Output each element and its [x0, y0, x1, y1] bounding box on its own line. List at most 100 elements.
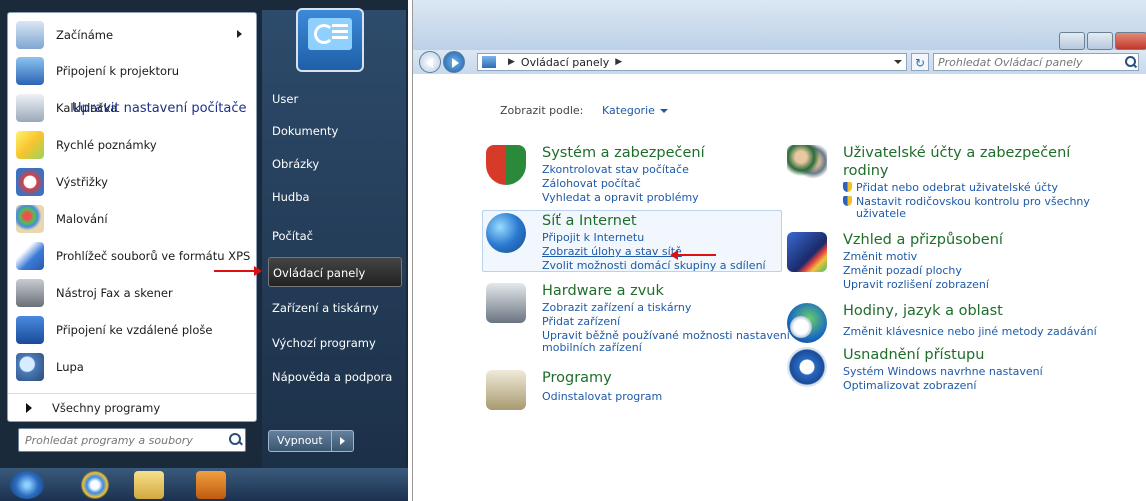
control-panel-icon	[482, 56, 496, 68]
refresh-button[interactable]: ↻	[911, 53, 929, 71]
programs-box-icon	[486, 370, 526, 410]
shutdown-button[interactable]: Vypnout	[268, 430, 332, 452]
category-title[interactable]: Usnadnění přístupu	[843, 347, 984, 363]
category-programs: Programy Odinstalovat program	[486, 370, 776, 410]
start-link-default-programs[interactable]: Výchozí programy	[268, 328, 402, 358]
address-dropdown-icon[interactable]	[894, 60, 902, 64]
category-link[interactable]: Připojit k Internetu	[542, 231, 644, 244]
category-title[interactable]: Vzhled a přizpůsobení	[843, 232, 1003, 248]
category-appearance: Vzhled a přizpůsobení Změnit motiv Změni…	[787, 232, 1087, 292]
forward-button[interactable]	[443, 51, 465, 73]
category-link-continuation[interactable]: mobilních zařízení	[542, 341, 642, 354]
category-user-accounts: Uživatelské účty a zabezpečení rodiny Př…	[787, 145, 1090, 225]
category-link[interactable]: Vyhledat a opravit problémy	[542, 191, 699, 204]
close-button[interactable]	[1115, 32, 1146, 50]
category-link[interactable]: Odinstalovat program	[542, 390, 662, 403]
explorer-folder-icon[interactable]	[134, 471, 164, 499]
breadcrumb-separator-icon: ▶	[508, 57, 515, 67]
clock-globe-icon	[787, 303, 827, 343]
start-search-input[interactable]	[19, 430, 225, 450]
page-title: Upravit nastavení počítače	[72, 101, 247, 116]
back-button[interactable]	[419, 51, 441, 73]
user-picture[interactable]	[296, 8, 364, 72]
start-search-box[interactable]	[18, 428, 246, 452]
maximize-button[interactable]	[1087, 32, 1113, 50]
category-link[interactable]: Zvolit možnosti domácí skupiny a sdílení	[542, 259, 766, 272]
xps-viewer-icon	[16, 242, 44, 270]
category-title[interactable]: Hardware a zvuk	[542, 283, 664, 299]
all-programs-arrow-icon	[26, 402, 32, 413]
program-xps-viewer[interactable]: Prohlížeč souborů ve formátu XPS	[8, 238, 256, 274]
program-magnifier[interactable]: Lupa	[8, 349, 256, 385]
start-orb-icon[interactable]	[10, 471, 44, 499]
getting-started-icon	[16, 21, 44, 49]
start-link-documents[interactable]: Dokumenty	[268, 116, 402, 146]
program-paint[interactable]: Malování	[8, 201, 256, 237]
breadcrumb-separator-icon[interactable]: ▶	[615, 57, 622, 67]
start-link-user[interactable]: User	[268, 84, 402, 114]
category-network-internet: Síť a Internet Připojit k Internetu Zobr…	[486, 213, 776, 275]
category-link-continuation[interactable]: uživatele	[856, 207, 906, 220]
start-link-music[interactable]: Hudba	[268, 182, 402, 212]
control-panel-search-box[interactable]	[933, 53, 1139, 71]
category-link[interactable]: Přidat nebo odebrat uživatelské účty	[843, 181, 1058, 194]
start-link-computer[interactable]: Počítač	[268, 221, 402, 251]
search-icon[interactable]	[1122, 54, 1138, 70]
category-link-network-status[interactable]: Zobrazit úlohy a stav sítě	[542, 245, 682, 258]
user-accounts-icon	[787, 145, 827, 185]
all-programs-button[interactable]: Všechny programy	[8, 393, 256, 421]
view-by-label: Zobrazit podle:	[500, 104, 584, 117]
category-title[interactable]: Hodiny, jazyk a oblast	[843, 303, 1003, 319]
ease-of-access-icon	[787, 347, 827, 387]
start-link-help-support[interactable]: Nápověda a podpora	[268, 362, 402, 392]
submenu-arrow-icon	[237, 30, 242, 38]
system-security-shield-icon	[486, 145, 526, 185]
paint-icon	[16, 205, 44, 233]
category-link[interactable]: Změnit klávesnice nebo jiné metody zadáv…	[843, 325, 1097, 338]
calculator-icon	[16, 94, 44, 122]
category-link[interactable]: Zkontrolovat stav počítače	[542, 163, 689, 176]
control-panel-search-input[interactable]	[934, 55, 1122, 69]
control-panel-large-icon	[308, 18, 352, 50]
sticky-notes-icon	[16, 131, 44, 159]
category-link[interactable]: Upravit rozlišení zobrazení	[843, 278, 989, 291]
category-link[interactable]: Změnit motiv	[843, 250, 917, 263]
category-link[interactable]: Optimalizovat zobrazení	[843, 379, 976, 392]
category-title[interactable]: Systém a zabezpečení	[542, 145, 705, 161]
minimize-button[interactable]	[1059, 32, 1085, 50]
category-link[interactable]: Změnit pozadí plochy	[843, 264, 962, 277]
category-clock-language-region: Hodiny, jazyk a oblast Změnit klávesnice…	[787, 303, 1097, 343]
program-fax-scanner[interactable]: Nástroj Fax a skener	[8, 275, 256, 311]
network-globe-icon	[486, 213, 526, 253]
internet-explorer-icon[interactable]	[80, 471, 110, 499]
breadcrumb-control-panel[interactable]: Ovládací panely	[521, 56, 609, 69]
start-link-control-panel[interactable]: Ovládací panely	[268, 257, 402, 287]
start-link-devices-printers[interactable]: Zařízení a tiskárny	[268, 293, 402, 323]
search-icon[interactable]	[225, 430, 245, 450]
program-sticky-notes[interactable]: Rychlé poznámky	[8, 127, 256, 163]
window-titlebar	[413, 0, 1146, 50]
category-link[interactable]: Přidat zařízení	[542, 315, 620, 328]
shutdown-options-button[interactable]	[331, 430, 354, 452]
program-getting-started[interactable]: Začínáme	[8, 17, 256, 53]
program-projector[interactable]: Připojení k projektoru	[8, 53, 256, 89]
snipping-tool-icon	[16, 168, 44, 196]
start-link-pictures[interactable]: Obrázky	[268, 149, 402, 179]
category-link[interactable]: Systém Windows navrhne nastavení	[843, 365, 1043, 378]
category-hardware-sound: Hardware a zvuk Zobrazit zařízení a tisk…	[486, 283, 790, 354]
program-snipping-tool[interactable]: Výstřižky	[8, 164, 256, 200]
category-link[interactable]: Zálohovat počítač	[542, 177, 641, 190]
view-by-dropdown[interactable]: Kategorie	[602, 104, 668, 117]
category-link[interactable]: Zobrazit zařízení a tiskárny	[542, 301, 691, 314]
category-ease-of-access: Usnadnění přístupu Systém Windows navrhn…	[787, 347, 1087, 397]
program-remote-desktop[interactable]: Připojení ke vzdálené ploše	[8, 312, 256, 348]
category-title-continuation[interactable]: rodiny	[843, 163, 889, 179]
category-title[interactable]: Síť a Internet	[542, 213, 637, 229]
fax-scanner-icon	[16, 279, 44, 307]
address-bar[interactable]: ▶ Ovládací panely ▶	[477, 53, 907, 71]
media-player-icon[interactable]	[196, 471, 226, 499]
category-title[interactable]: Uživatelské účty a zabezpečení	[843, 145, 1070, 161]
projector-icon	[16, 57, 44, 85]
remote-desktop-icon	[16, 316, 44, 344]
category-title[interactable]: Programy	[542, 370, 612, 386]
